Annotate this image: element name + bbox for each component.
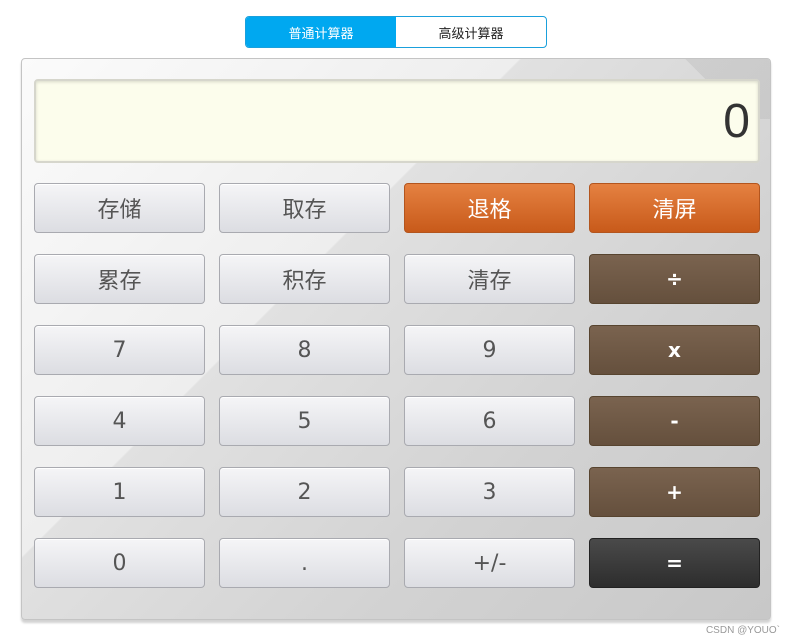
digit-7-button[interactable]: 7 [34,325,205,375]
clear-store-button[interactable]: 清存 [404,254,575,304]
add-store-button[interactable]: 累存 [34,254,205,304]
equals-button[interactable]: = [589,538,760,588]
digit-1-button[interactable]: 1 [34,467,205,517]
watermark-text: CSDN @YOUO` [705,625,780,636]
digit-3-button[interactable]: 3 [404,467,575,517]
backspace-button[interactable]: 退格 [404,183,575,233]
multiply-button[interactable]: x [589,325,760,375]
tab-advanced-calculator[interactable]: 高级计算器 [396,17,546,47]
digit-5-button[interactable]: 5 [219,396,390,446]
digit-4-button[interactable]: 4 [34,396,205,446]
sign-toggle-button[interactable]: +/- [404,538,575,588]
divide-button[interactable]: ÷ [589,254,760,304]
plus-button[interactable]: + [589,467,760,517]
digit-2-button[interactable]: 2 [219,467,390,517]
digit-0-button[interactable]: 0 [34,538,205,588]
calculator-display: 0 [34,79,760,163]
display-value: 0 [723,94,750,148]
digit-8-button[interactable]: 8 [219,325,390,375]
minus-button[interactable]: - [589,396,760,446]
mul-store-button[interactable]: 积存 [219,254,390,304]
calculator-panel: 0 存储 取存 退格 清屏 累存 积存 清存 ÷ 7 8 9 x 4 5 6 -… [21,58,771,620]
store-button[interactable]: 存储 [34,183,205,233]
digit-9-button[interactable]: 9 [404,325,575,375]
calculator-mode-tabs: 普通计算器 高级计算器 [245,16,547,48]
clear-button[interactable]: 清屏 [589,183,760,233]
recall-button[interactable]: 取存 [219,183,390,233]
tab-basic-calculator[interactable]: 普通计算器 [246,17,396,47]
digit-6-button[interactable]: 6 [404,396,575,446]
decimal-point-button[interactable]: . [219,538,390,588]
